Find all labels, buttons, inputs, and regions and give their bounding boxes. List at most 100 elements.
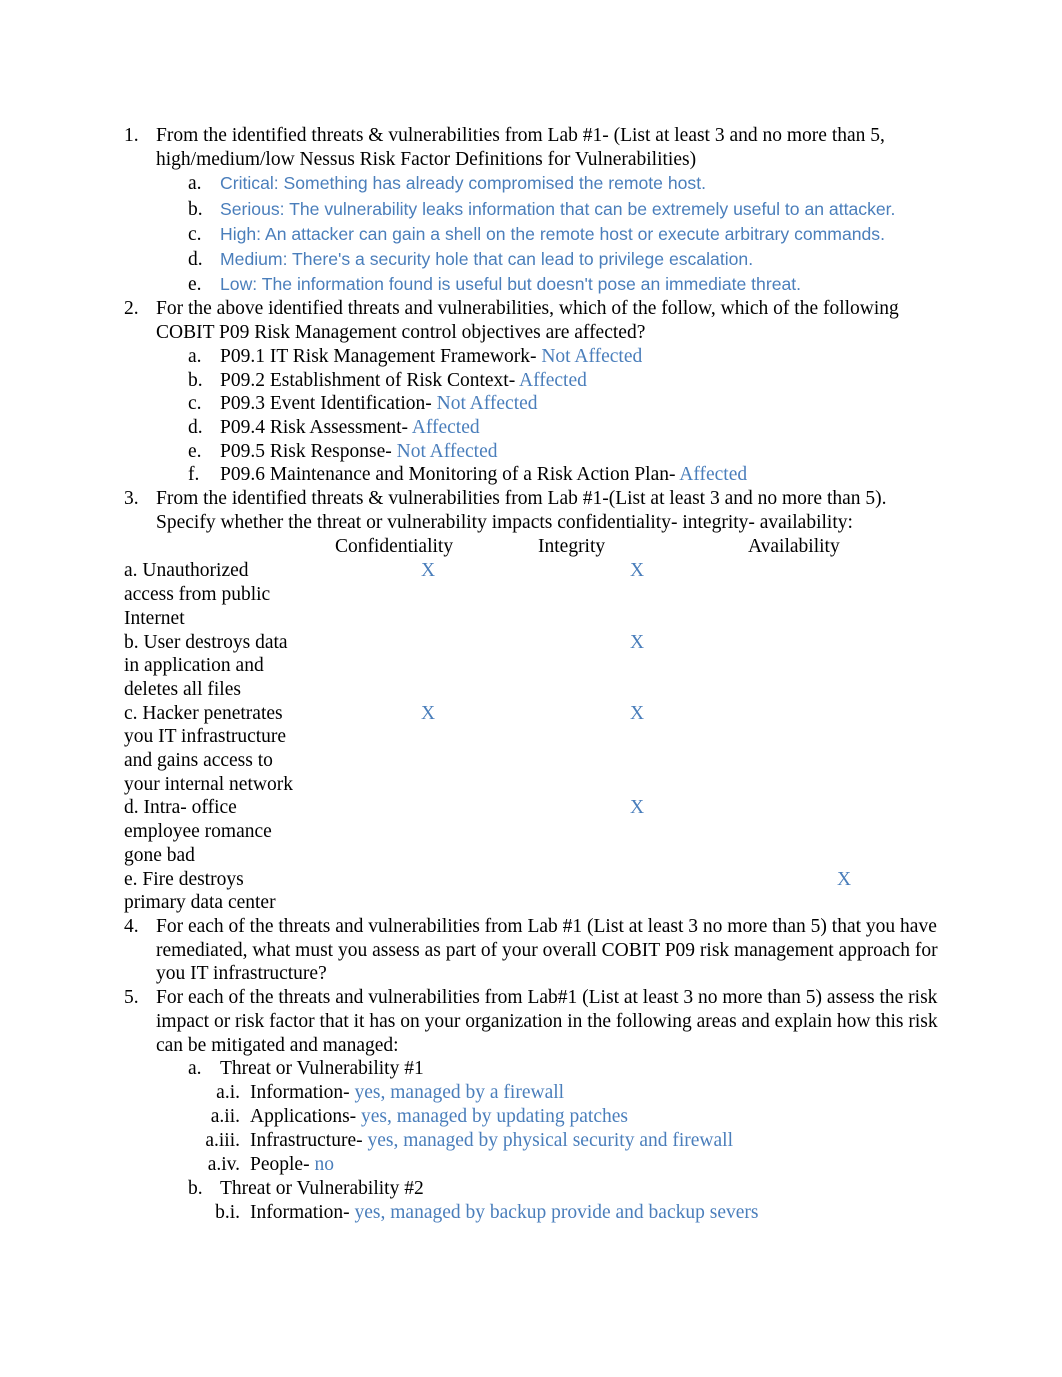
question-marker-5: 5.: [124, 987, 139, 1009]
control-objective-label: P09.3 Event Identification-: [220, 393, 432, 415]
area-answer: yes, managed by physical security and fi…: [362, 1129, 733, 1151]
question-item-5: 5. For each of the threats and vulnerabi…: [124, 986, 938, 1225]
threat-2-areas: b.i. Information- yes, managed by backup…: [156, 1201, 938, 1225]
list-item: a. Threat or Vulnerability #1: [188, 1057, 938, 1081]
subitem-marker: d.: [188, 416, 203, 438]
column-header-integrity: Integrity: [538, 536, 606, 558]
table-row: c. Hacker penetrates you IT infrastructu…: [124, 702, 938, 797]
threat-title: Threat or Vulnerability #1: [220, 1058, 424, 1080]
threat-label: e. Fire destroys primary data center: [124, 868, 276, 914]
cia-table-header-row: Confidentiality Integrity Availability: [124, 535, 938, 559]
control-objective-label: P09.5 Risk Response-: [220, 440, 392, 462]
list-item: b.i. Information- yes, managed by backup…: [188, 1201, 938, 1225]
question-2-subitems: a. P09.1 IT Risk Management Framework- N…: [156, 345, 938, 487]
area-marker: a.ii.: [210, 1105, 240, 1127]
threat-list: a. Threat or Vulnerability #1: [156, 1057, 938, 1081]
control-objective-label: P09.1 IT Risk Management Framework-: [220, 345, 537, 367]
subitem-marker: b.: [188, 369, 203, 391]
list-item: e. P09.5 Risk Response- Not Affected: [188, 440, 938, 464]
area-answer: no: [309, 1153, 334, 1175]
mark-integrity: X: [630, 797, 645, 819]
control-objective-answer: Not Affected: [536, 345, 643, 367]
column-header-confidentiality: Confidentiality: [335, 536, 454, 558]
subitem-marker: c.: [188, 393, 202, 415]
control-objective-answer: Affected: [407, 416, 480, 438]
mark-integrity: X: [630, 560, 645, 582]
control-objective-label: P09.6 Maintenance and Monitoring of a Ri…: [220, 464, 676, 486]
subitem-marker: a.: [188, 173, 202, 195]
list-item: a.ii. Applications- yes, managed by upda…: [188, 1105, 938, 1129]
subitem-marker: a.: [188, 345, 202, 367]
area-answer: yes, managed by updating patches: [356, 1105, 628, 1127]
mark-integrity: X: [630, 702, 645, 724]
area-label: Information-: [250, 1081, 350, 1103]
threat-label: a. Unauthorized access from public Inter…: [124, 560, 271, 629]
subitem-text: Critical: Something has already compromi…: [220, 173, 707, 194]
list-item: d. Medium: There's a security hole that …: [188, 247, 938, 272]
threat-label: b. User destroys data in application and…: [124, 631, 288, 700]
control-objective-answer: Not Affected: [391, 440, 498, 462]
list-item: c. P09.3 Event Identification- Not Affec…: [188, 392, 938, 416]
question-text-4: For each of the threats and vulnerabilit…: [156, 916, 938, 985]
area-label: People-: [250, 1153, 310, 1175]
mark-confidentiality: X: [421, 702, 436, 724]
list-item: c. High: An attacker can gain a shell on…: [188, 222, 938, 247]
question-item-2: 2. For the above identified threats and …: [124, 297, 938, 487]
question-marker-4: 4.: [124, 916, 139, 937]
control-objective-label: P09.4 Risk Assessment-: [220, 416, 408, 438]
threat-label: d. Intra- office employee romance gone b…: [124, 797, 272, 866]
table-row: b. User destroys data in application and…: [124, 631, 938, 702]
area-marker: a.i.: [216, 1081, 240, 1103]
threat-label: c. Hacker penetrates you IT infrastructu…: [124, 702, 293, 795]
control-objective-label: P09.2 Establishment of Risk Context-: [220, 369, 516, 391]
subitem-marker: c.: [188, 223, 202, 245]
control-objective-answer: Not Affected: [431, 393, 538, 415]
subitem-text: High: An attacker can gain a shell on th…: [220, 223, 885, 244]
question-list-continued: 4. For each of the threats and vulnerabi…: [124, 915, 938, 1225]
subitem-text: Low: The information found is useful but…: [220, 274, 802, 295]
question-text-1: From the identified threats & vulnerabil…: [156, 125, 885, 170]
area-answer: yes, managed by a firewall: [349, 1081, 565, 1103]
subitem-marker: e.: [188, 274, 202, 296]
question-1-subitems: a. Critical: Something has already compr…: [156, 171, 938, 297]
question-list: 1. From the identified threats & vulnera…: [124, 124, 938, 534]
list-item: b. Threat or Vulnerability #2: [188, 1177, 938, 1201]
table-row: e. Fire destroys primary data center X: [124, 868, 938, 915]
threat-1-areas: a.i. Information- yes, managed by a fire…: [156, 1081, 938, 1177]
control-objective-answer: Affected: [675, 464, 748, 486]
list-item: d. P09.4 Risk Assessment- Affected: [188, 416, 938, 440]
question-text-5: For each of the threats and vulnerabilit…: [156, 987, 938, 1056]
list-item: f. P09.6 Maintenance and Monitoring of a…: [188, 463, 938, 487]
subitem-text: Serious: The vulnerability leaks informa…: [220, 198, 896, 219]
area-marker: b.i.: [215, 1201, 240, 1223]
area-marker: a.iv.: [207, 1153, 240, 1175]
question-item-4: 4. For each of the threats and vulnerabi…: [124, 915, 938, 986]
list-item: a. P09.1 IT Risk Management Framework- N…: [188, 345, 938, 369]
threat-list-2: b. Threat or Vulnerability #2: [156, 1177, 938, 1201]
table-row: d. Intra- office employee romance gone b…: [124, 796, 938, 867]
list-item: e. Low: The information found is useful …: [188, 272, 938, 297]
mark-availability: X: [837, 868, 852, 890]
question-marker-3: 3.: [124, 488, 139, 510]
question-item-3: 3. From the identified threats & vulnera…: [124, 487, 938, 534]
list-item: b. P09.2 Establishment of Risk Context- …: [188, 369, 938, 393]
question-text-3: From the identified threats & vulnerabil…: [156, 488, 887, 533]
subitem-marker: f.: [188, 464, 200, 486]
threat-marker: a.: [188, 1058, 202, 1080]
question-item-1: 1. From the identified threats & vulnera…: [124, 124, 938, 297]
mark-integrity: X: [630, 631, 645, 653]
question-marker-2: 2.: [124, 298, 139, 320]
column-header-availability: Availability: [748, 536, 840, 558]
control-objective-answer: Affected: [515, 369, 587, 391]
question-marker-1: 1.: [124, 125, 139, 146]
area-label: Applications-: [250, 1105, 357, 1127]
threat-marker: b.: [188, 1177, 203, 1199]
list-item: b. Serious: The vulnerability leaks info…: [188, 197, 938, 222]
area-label: Infrastructure-: [250, 1129, 363, 1151]
list-item: a. Critical: Something has already compr…: [188, 171, 938, 196]
area-answer: yes, managed by backup provide and backu…: [349, 1201, 759, 1223]
question-text-2: For the above identified threats and vul…: [156, 298, 899, 344]
subitem-marker: e.: [188, 440, 202, 462]
threat-title: Threat or Vulnerability #2: [220, 1177, 424, 1199]
document-page: 1. From the identified threats & vulnera…: [0, 0, 1062, 1377]
